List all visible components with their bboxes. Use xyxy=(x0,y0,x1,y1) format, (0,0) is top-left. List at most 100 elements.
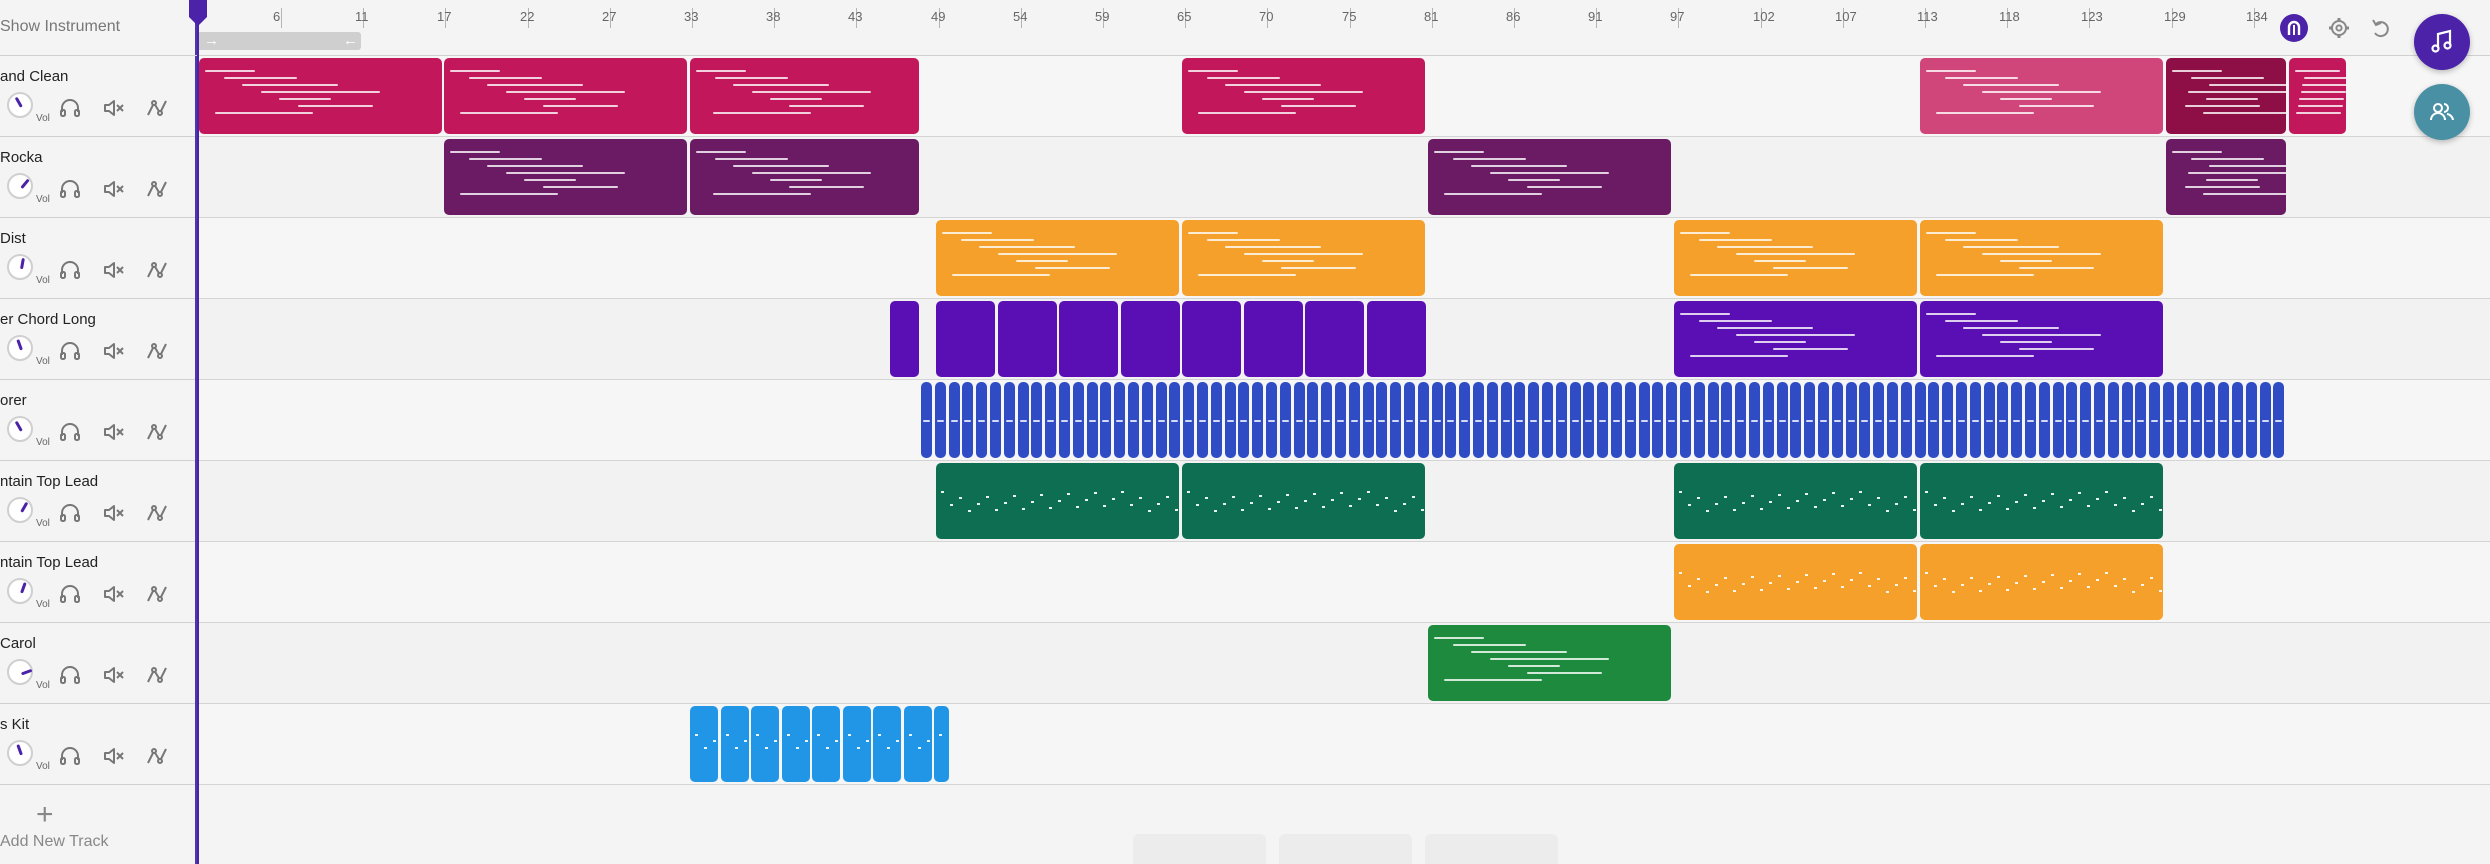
bottom-panel-tab[interactable] xyxy=(1425,834,1558,864)
clip[interactable] xyxy=(1970,382,1981,458)
loop-end-arrow-icon[interactable]: ← xyxy=(343,32,358,50)
clip[interactable] xyxy=(1804,382,1815,458)
clip[interactable] xyxy=(2260,382,2271,458)
track-name[interactable]: and Clean xyxy=(0,68,68,85)
clip[interactable] xyxy=(2177,382,2188,458)
clip[interactable] xyxy=(1920,301,2163,377)
headphones-icon[interactable] xyxy=(58,744,82,768)
track-header[interactable]: Carol Vol xyxy=(0,623,195,704)
clip[interactable] xyxy=(1321,382,1332,458)
clip[interactable] xyxy=(2108,382,2119,458)
clip[interactable] xyxy=(2204,382,2215,458)
track-name[interactable]: Carol xyxy=(0,635,36,652)
clip[interactable] xyxy=(2025,382,2036,458)
automation-icon[interactable] xyxy=(145,582,169,606)
clip[interactable] xyxy=(1818,382,1829,458)
clip[interactable] xyxy=(1735,382,1746,458)
clip[interactable] xyxy=(1004,382,1015,458)
clip[interactable] xyxy=(1920,544,2163,620)
clip[interactable] xyxy=(2011,382,2022,458)
undo-icon[interactable] xyxy=(2368,14,2396,42)
clip[interactable] xyxy=(890,301,919,377)
clip[interactable] xyxy=(1114,382,1125,458)
clip[interactable] xyxy=(1376,382,1387,458)
track-name[interactable]: ntain Top Lead xyxy=(0,473,98,490)
clip[interactable] xyxy=(751,706,779,782)
clip[interactable] xyxy=(1777,382,1788,458)
clip[interactable] xyxy=(2053,382,2064,458)
gear-icon[interactable] xyxy=(2325,14,2353,42)
clip[interactable] xyxy=(199,58,442,134)
clip[interactable] xyxy=(1418,382,1429,458)
headphones-icon[interactable] xyxy=(58,339,82,363)
clip[interactable] xyxy=(1432,382,1443,458)
clip[interactable] xyxy=(1928,382,1939,458)
clip[interactable] xyxy=(1225,382,1236,458)
clip[interactable] xyxy=(1501,382,1512,458)
mute-icon[interactable] xyxy=(102,582,126,606)
volume-knob[interactable] xyxy=(7,92,33,118)
clip[interactable] xyxy=(1182,58,1425,134)
clip[interactable] xyxy=(2094,382,2105,458)
clip[interactable] xyxy=(997,301,1057,377)
volume-knob[interactable] xyxy=(7,173,33,199)
clip[interactable] xyxy=(2039,382,2050,458)
volume-knob[interactable] xyxy=(7,335,33,361)
automation-icon[interactable] xyxy=(145,663,169,687)
loop-region[interactable]: → ← xyxy=(199,32,361,50)
clip[interactable] xyxy=(1570,382,1581,458)
mute-icon[interactable] xyxy=(102,744,126,768)
clip[interactable] xyxy=(1252,382,1263,458)
mute-icon[interactable] xyxy=(102,663,126,687)
clip[interactable] xyxy=(1846,382,1857,458)
volume-knob[interactable] xyxy=(7,578,33,604)
clip[interactable] xyxy=(1238,382,1249,458)
clip[interactable] xyxy=(1597,382,1608,458)
track-header[interactable]: ntain Top Lead Vol xyxy=(0,461,195,542)
clip[interactable] xyxy=(2163,382,2174,458)
clip[interactable] xyxy=(1197,382,1208,458)
mute-icon[interactable] xyxy=(102,420,126,444)
clip[interactable] xyxy=(1120,301,1180,377)
clip[interactable] xyxy=(2232,382,2243,458)
clip[interactable] xyxy=(1404,382,1415,458)
clip[interactable] xyxy=(1583,382,1594,458)
clip[interactable] xyxy=(1997,382,2008,458)
clip[interactable] xyxy=(1045,382,1056,458)
clip[interactable] xyxy=(2273,382,2284,458)
timeline-ruler[interactable]: 6 11 17 22 27 33 38 43 49 54 59 65 70 75 81 86 91 97 102 10… xyxy=(199,0,2490,56)
clip[interactable] xyxy=(1182,220,1425,296)
clip[interactable] xyxy=(1920,463,2163,539)
clip[interactable] xyxy=(2135,382,2146,458)
clip[interactable] xyxy=(2066,382,2077,458)
clip[interactable] xyxy=(903,706,932,782)
clip[interactable] xyxy=(1674,463,1917,539)
headphones-icon[interactable] xyxy=(58,420,82,444)
clip[interactable] xyxy=(921,382,932,458)
clip[interactable] xyxy=(949,382,960,458)
track-header[interactable]: Dist Vol xyxy=(0,218,195,299)
clip[interactable] xyxy=(1625,382,1636,458)
show-instrument-toggle[interactable]: Show Instrument xyxy=(0,18,120,36)
clip[interactable] xyxy=(2122,382,2133,458)
headphones-icon[interactable] xyxy=(58,177,82,201)
clip[interactable] xyxy=(1142,382,1153,458)
clip[interactable] xyxy=(1156,382,1167,458)
track-header[interactable]: er Chord Long Vol xyxy=(0,299,195,380)
clip[interactable] xyxy=(1832,382,1843,458)
clip[interactable] xyxy=(936,220,1179,296)
clip[interactable] xyxy=(1873,382,1884,458)
clip[interactable] xyxy=(1674,220,1917,296)
track-lane[interactable] xyxy=(199,623,2490,704)
volume-knob[interactable] xyxy=(7,254,33,280)
clip[interactable] xyxy=(1639,382,1650,458)
clip[interactable] xyxy=(2289,58,2346,134)
automation-icon[interactable] xyxy=(145,420,169,444)
clip[interactable] xyxy=(690,139,919,215)
mute-icon[interactable] xyxy=(102,501,126,525)
headphones-icon[interactable] xyxy=(58,258,82,282)
clip[interactable] xyxy=(1674,544,1917,620)
bottom-panel-tab[interactable] xyxy=(1279,834,1412,864)
headphones-icon[interactable] xyxy=(58,96,82,120)
clip[interactable] xyxy=(1666,382,1677,458)
